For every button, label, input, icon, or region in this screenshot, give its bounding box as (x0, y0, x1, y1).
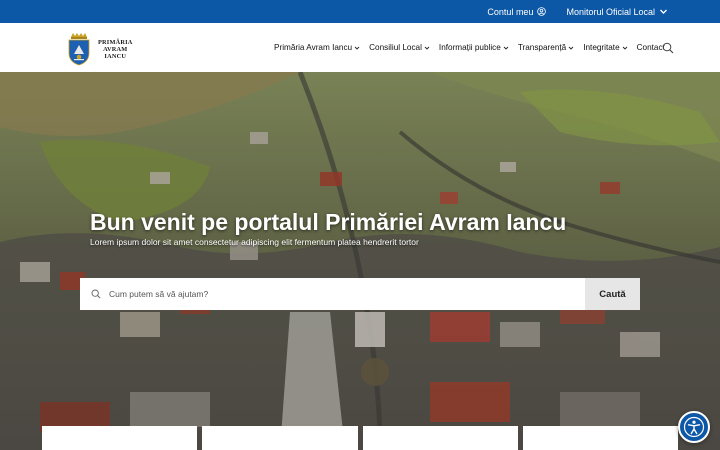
account-label: Contul meu (487, 6, 534, 17)
search-icon (91, 289, 101, 299)
quick-link-card[interactable] (42, 426, 198, 450)
quick-links-cards (42, 426, 678, 450)
quick-link-card[interactable] (202, 426, 358, 450)
account-link[interactable]: Contul meu (487, 6, 547, 17)
nav-consiliul-local[interactable]: Consiliul Local (369, 43, 430, 52)
search-icon[interactable] (662, 42, 674, 54)
logo-wordmark: PRIMĂRIA AVRAM IANCU (98, 38, 133, 60)
chevron-down-icon (503, 46, 509, 50)
hero-title: Bun venit pe portalul Primăriei Avram Ia… (90, 209, 567, 235)
search-input[interactable] (101, 278, 585, 310)
monitor-oficial-dropdown[interactable]: Monitorul Oficial Local (566, 7, 668, 17)
nav-contact[interactable]: Contact (637, 43, 665, 52)
monitor-label: Monitorul Oficial Local (566, 6, 655, 17)
main-navigation: Primăria Avram Iancu Consiliul Local Inf… (274, 23, 665, 72)
coat-of-arms-icon (68, 33, 90, 66)
quick-link-card[interactable] (362, 426, 518, 450)
accessibility-icon (683, 416, 705, 438)
user-circle-icon (537, 7, 547, 16)
village-aerial-photo (0, 72, 720, 450)
accessibility-button[interactable] (678, 411, 710, 443)
hero-subtitle: Lorem ipsum dolor sit amet consectetur a… (90, 237, 419, 247)
chevron-down-icon (354, 46, 360, 50)
site-logo[interactable]: PRIMĂRIA AVRAM IANCU (66, 32, 132, 66)
nav-transparenta[interactable]: Transparență (518, 43, 574, 52)
search-button[interactable]: Caută (585, 278, 640, 310)
chevron-down-icon (660, 9, 667, 14)
chevron-down-icon (424, 46, 430, 50)
chevron-down-icon (622, 46, 627, 50)
nav-primaria[interactable]: Primăria Avram Iancu (274, 43, 360, 52)
nav-integritate[interactable]: Integritate (583, 43, 627, 52)
hero-search-bar: Caută (80, 278, 640, 310)
chevron-down-icon (568, 46, 574, 50)
hero-section: Bun venit pe portalul Primăriei Avram Ia… (0, 72, 720, 450)
top-utility-bar: Contul meu Monitorul Oficial Local (0, 0, 720, 23)
nav-informatii-publice[interactable]: Informații publice (439, 43, 509, 52)
quick-link-card[interactable] (522, 426, 678, 450)
main-header: PRIMĂRIA AVRAM IANCU Primăria Avram Ianc… (0, 23, 720, 72)
